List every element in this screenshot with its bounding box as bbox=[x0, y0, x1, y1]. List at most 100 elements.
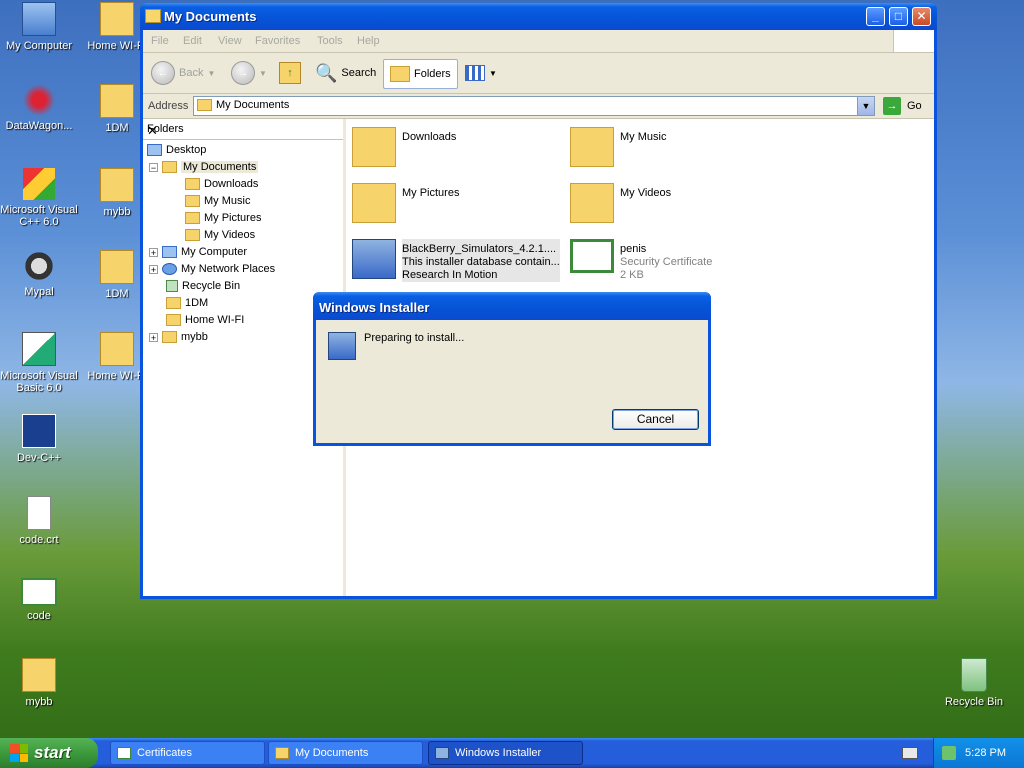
installer-titlebar[interactable]: Windows Installer bbox=[313, 292, 711, 320]
expand-icon[interactable]: + bbox=[149, 264, 158, 274]
desktop-icon-recycle-bin[interactable]: Recycle Bin bbox=[935, 658, 1013, 708]
tree-item-downloads[interactable]: Downloads bbox=[185, 176, 258, 192]
item-my-pictures[interactable]: My Pictures bbox=[352, 183, 459, 223]
desktop-icon-mypal[interactable]: Mypal bbox=[0, 250, 78, 298]
mypal-icon bbox=[23, 250, 55, 282]
tree-item-desktop[interactable]: Desktop bbox=[147, 142, 206, 158]
item-name: penis bbox=[620, 243, 647, 255]
pictures-folder-icon bbox=[352, 183, 396, 223]
item-my-music[interactable]: My Music bbox=[570, 127, 666, 167]
desktop-icon-visual-basic[interactable]: Microsoft Visual Basic 6.0 bbox=[0, 332, 78, 394]
tree-item-label: My Documents bbox=[181, 161, 259, 173]
desktop-icon-code-crt[interactable]: code.crt bbox=[0, 496, 78, 546]
item-name: My Videos bbox=[620, 187, 672, 199]
collapse-icon[interactable]: − bbox=[149, 162, 158, 172]
views-icon bbox=[465, 65, 485, 81]
menu-edit[interactable]: Edit bbox=[183, 35, 202, 47]
videos-folder-icon bbox=[185, 229, 200, 241]
pictures-folder-icon bbox=[185, 212, 200, 224]
dev-cpp-icon bbox=[22, 414, 56, 448]
close-icon[interactable]: ✕ bbox=[147, 123, 335, 139]
up-button[interactable]: ↑ bbox=[279, 59, 301, 87]
expand-icon[interactable]: + bbox=[149, 332, 158, 342]
back-button[interactable]: ← Back ▼ bbox=[151, 59, 215, 87]
up-folder-icon: ↑ bbox=[279, 62, 301, 84]
task-label: Windows Installer bbox=[455, 747, 542, 759]
start-button[interactable]: start bbox=[0, 738, 98, 768]
views-button[interactable]: ▼ bbox=[465, 59, 497, 87]
desktop-icon-mybb-2[interactable]: mybb bbox=[0, 658, 78, 708]
menu-bar: File Edit View Favorites Tools Help bbox=[143, 30, 934, 53]
tree-item-recycle-bin[interactable]: Recycle Bin bbox=[166, 278, 240, 294]
desktop-icon-visual-cpp[interactable]: Microsoft Visual C++ 6.0 bbox=[0, 168, 78, 228]
folders-button[interactable]: Folders bbox=[383, 59, 458, 89]
go-button[interactable]: → Go bbox=[883, 97, 922, 115]
item-downloads[interactable]: Downloads bbox=[352, 127, 456, 167]
network-tray-icon[interactable] bbox=[942, 746, 956, 760]
cancel-button[interactable]: Cancel bbox=[612, 409, 699, 430]
keyboard-icon[interactable] bbox=[902, 747, 918, 759]
folder-icon bbox=[162, 161, 177, 173]
maximize-button[interactable]: □ bbox=[889, 7, 908, 26]
menu-view[interactable]: View bbox=[218, 35, 242, 47]
item-size: 2 KB bbox=[620, 269, 644, 281]
menu-file[interactable]: File bbox=[151, 35, 169, 47]
tree-item-my-music[interactable]: My Music bbox=[185, 193, 250, 209]
search-button[interactable]: 🔍 Search bbox=[315, 59, 376, 87]
task-certificates[interactable]: Certificates bbox=[110, 741, 265, 765]
chevron-down-icon: ▼ bbox=[259, 68, 267, 78]
desktop-icon-dev-cpp[interactable]: Dev-C++ bbox=[0, 414, 78, 464]
toolbar: ← Back ▼ → ▼ ↑ 🔍 Search Folders ▼ bbox=[143, 53, 934, 94]
task-my-documents[interactable]: My Documents bbox=[268, 741, 423, 765]
tree-item-my-computer[interactable]: + My Computer bbox=[149, 244, 247, 260]
installer-icon bbox=[435, 747, 449, 759]
certificate-icon bbox=[21, 578, 57, 606]
desktop-icon-label: Microsoft Visual C++ 6.0 bbox=[0, 204, 78, 228]
item-my-videos[interactable]: My Videos bbox=[570, 183, 671, 223]
item-description: This installer database contain... bbox=[402, 256, 560, 268]
installer-package-icon bbox=[352, 239, 396, 279]
windows-logo-icon bbox=[893, 30, 934, 52]
folder-icon bbox=[100, 332, 134, 366]
explorer-titlebar[interactable]: My Documents _ □ ✕ bbox=[140, 3, 937, 30]
zip-folder-icon bbox=[100, 2, 134, 36]
tree-item-label: Recycle Bin bbox=[182, 280, 241, 292]
tree-item-my-pictures[interactable]: My Pictures bbox=[185, 210, 261, 226]
close-button[interactable]: ✕ bbox=[912, 7, 931, 26]
menu-favorites[interactable]: Favorites bbox=[255, 35, 300, 47]
tree-item-home-wifi[interactable]: Home WI-FI bbox=[166, 312, 244, 328]
tree-item-label: My Network Places bbox=[181, 263, 276, 275]
installer-dialog: Windows Installer Preparing to install..… bbox=[313, 292, 711, 446]
recycle-bin-icon bbox=[166, 280, 178, 292]
menu-help[interactable]: Help bbox=[357, 35, 380, 47]
visual-basic-icon bbox=[22, 332, 56, 366]
folder-icon bbox=[352, 127, 396, 167]
tree-item-my-documents[interactable]: − My Documents bbox=[149, 159, 259, 175]
expand-icon[interactable]: + bbox=[149, 247, 158, 257]
folders-pane-header: Folders ✕ bbox=[143, 119, 343, 140]
desktop-icon-code[interactable]: code bbox=[0, 578, 78, 622]
task-label: Certificates bbox=[137, 747, 193, 759]
chevron-down-icon[interactable]: ▼ bbox=[857, 97, 874, 115]
menu-tools[interactable]: Tools bbox=[317, 35, 343, 47]
item-type: Security Certificate bbox=[620, 256, 713, 268]
tree-item-my-network-places[interactable]: + My Network Places bbox=[149, 261, 275, 277]
tree-item-mybb[interactable]: + mybb bbox=[149, 329, 208, 345]
desktop-icon-label: Dev-C++ bbox=[16, 452, 62, 464]
desktop-icon-label: code.crt bbox=[19, 534, 59, 546]
item-blackberry-installer[interactable]: BlackBerry_Simulators_4.2.1.... This ins… bbox=[352, 239, 560, 282]
folder-icon bbox=[166, 297, 181, 309]
forward-button[interactable]: → ▼ bbox=[231, 59, 267, 87]
address-input[interactable]: My Documents ▼ bbox=[193, 96, 875, 116]
folder-icon bbox=[162, 331, 177, 343]
minimize-button[interactable]: _ bbox=[866, 7, 885, 26]
folders-label: Folders bbox=[414, 68, 451, 80]
installer-icon bbox=[328, 332, 356, 360]
tree-item-my-videos[interactable]: My Videos bbox=[185, 227, 255, 243]
task-windows-installer[interactable]: Windows Installer bbox=[428, 741, 583, 765]
desktop-icon-my-computer[interactable]: My Computer bbox=[0, 2, 78, 52]
tree-item-1dm[interactable]: 1DM bbox=[166, 295, 208, 311]
desktop-icon-datawagon[interactable]: DataWagon... bbox=[0, 84, 78, 132]
dialog-title: Windows Installer bbox=[319, 300, 430, 315]
item-penis-certificate[interactable]: penis Security Certificate 2 KB bbox=[570, 239, 712, 282]
